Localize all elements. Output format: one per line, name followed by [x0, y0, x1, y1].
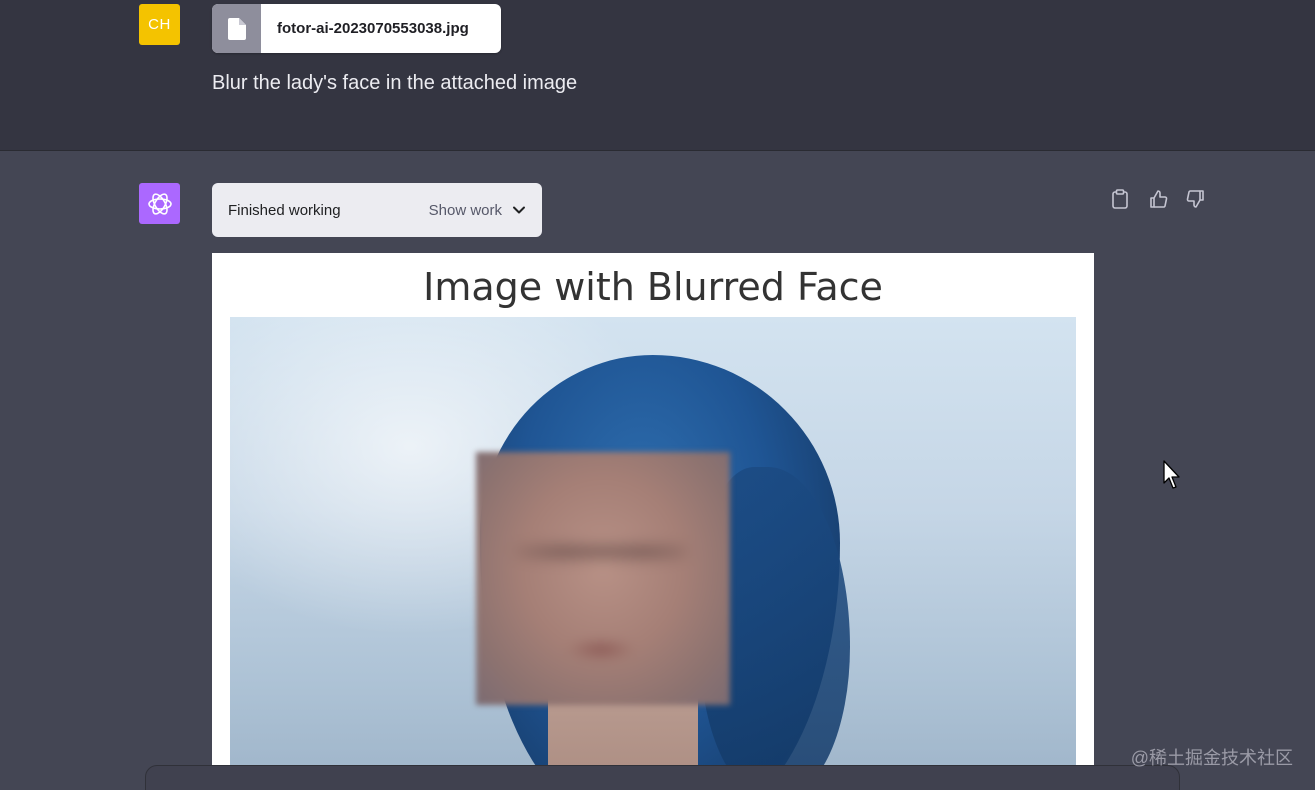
blurred-face-region: [476, 452, 730, 705]
user-avatar: CH: [139, 4, 180, 45]
blurred-face-photo: [230, 317, 1076, 790]
result-image-title: Image with Blurred Face: [423, 265, 883, 309]
file-icon: [212, 4, 261, 53]
chevron-down-icon: [513, 206, 525, 214]
clipboard-icon: [1112, 189, 1128, 209]
mouse-cursor-icon: [1163, 460, 1183, 495]
copy-button[interactable]: [1110, 189, 1130, 209]
work-status-pill: Finished working Show work: [212, 183, 542, 237]
openai-logo-icon: [139, 183, 180, 224]
message-actions: [1110, 189, 1206, 209]
attachment-filename: fotor-ai-2023070553038.jpg: [277, 20, 469, 37]
thumbs-up-icon: [1150, 190, 1168, 208]
thumbs-up-button[interactable]: [1148, 189, 1168, 209]
user-message-text: Blur the lady's face in the attached ima…: [212, 72, 578, 94]
thumbs-down-button[interactable]: [1186, 189, 1206, 209]
user-message-row: CH fotor-ai-2023070553038.jpg Blur the l…: [0, 0, 1315, 151]
show-work-button[interactable]: Show work: [429, 202, 526, 219]
assistant-message-row: Finished working Show work Image with Bl…: [0, 151, 1315, 790]
thumbs-down-icon: [1186, 190, 1204, 208]
show-work-label: Show work: [428, 201, 502, 219]
watermark: @稀土掘金技术社区: [1130, 748, 1293, 768]
message-composer[interactable]: [145, 765, 1180, 790]
attachment-chip[interactable]: fotor-ai-2023070553038.jpg: [212, 4, 501, 53]
result-image: Image with Blurred Face: [212, 253, 1094, 790]
status-label: Finished working: [228, 201, 341, 219]
